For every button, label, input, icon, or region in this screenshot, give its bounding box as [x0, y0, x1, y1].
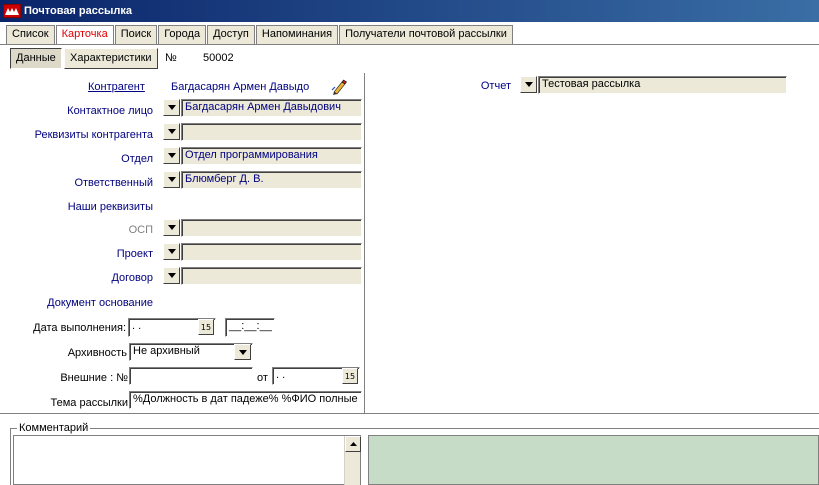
project-field[interactable] [181, 243, 362, 261]
contact-field[interactable]: Багдасарян Армен Давыдович [181, 99, 362, 117]
our-requisites-label: Наши реквизиты [67, 201, 153, 213]
chevron-down-icon [238, 349, 247, 355]
requisites-field[interactable] [181, 123, 362, 141]
contract-label: Договор [111, 272, 153, 284]
exec-date-label: Дата выполнения: [33, 322, 126, 334]
requisites-label: Реквизиты контрагента [34, 129, 153, 141]
tab-strip: Список Карточка Поиск Города Доступ Напо… [6, 25, 514, 45]
external-from-label: от [257, 372, 268, 384]
tab-cities[interactable]: Города [158, 25, 207, 44]
department-field[interactable]: Отдел программирования [181, 147, 362, 165]
tab-list[interactable]: Список [6, 25, 55, 44]
calendar-icon[interactable]: 15 [342, 368, 358, 384]
report-field[interactable]: Тестовая рассылка [538, 76, 787, 94]
responsible-label: Ответственный [74, 177, 153, 189]
title-bar: Почтовая рассылка [0, 0, 819, 22]
chevron-down-icon [167, 177, 176, 182]
chevron-down-icon [167, 225, 176, 230]
subtab-characteristics[interactable]: Характеристики [64, 48, 158, 69]
preview-panel [368, 435, 819, 485]
osp-field[interactable] [181, 219, 362, 237]
tab-access[interactable]: Доступ [207, 25, 255, 44]
exec-time-field[interactable]: __:__:__ [225, 318, 275, 337]
window-title: Почтовая рассылка [24, 5, 132, 17]
comment-scrollbar[interactable] [344, 436, 361, 485]
department-dropdown-button[interactable] [163, 147, 180, 164]
osp-dropdown-button[interactable] [163, 219, 180, 236]
tab-card[interactable]: Карточка [55, 25, 114, 45]
record-number-value: 50002 [203, 52, 234, 64]
chevron-down-icon [524, 82, 533, 87]
topic-label: Тема рассылки [50, 397, 128, 409]
chevron-down-icon [167, 153, 176, 158]
subtab-data[interactable]: Данные [10, 48, 62, 69]
department-label: Отдел [121, 153, 153, 165]
chevron-up-icon [349, 442, 357, 446]
calendar-icon[interactable]: 15 [198, 319, 214, 335]
contract-dropdown-button[interactable] [163, 267, 180, 284]
horizontal-divider [0, 413, 819, 415]
external-number-field[interactable] [129, 367, 253, 385]
project-label: Проект [116, 248, 153, 260]
scroll-up-button[interactable] [345, 436, 361, 452]
chevron-down-icon [167, 249, 176, 254]
responsible-dropdown-button[interactable] [163, 171, 180, 188]
kontragent-value: Багдасарян Армен Давыдо [171, 81, 310, 93]
vertical-divider [364, 73, 366, 413]
tab-search[interactable]: Поиск [114, 25, 158, 44]
app-icon [3, 4, 21, 18]
contact-label: Контактное лицо [67, 105, 153, 117]
contact-dropdown-button[interactable] [163, 99, 180, 116]
contract-field[interactable] [181, 267, 362, 285]
osp-label: ОСП [128, 224, 153, 236]
report-label: Отчет [480, 80, 511, 92]
report-dropdown-button[interactable] [520, 76, 537, 93]
topic-field[interactable]: %Должность в дат падеже% %ФИО полные [129, 391, 362, 409]
responsible-field[interactable]: Блюмберг Д. В. [181, 171, 362, 189]
chevron-down-icon [167, 105, 176, 110]
record-number-label: № [165, 52, 177, 64]
external-number-label: Внешние : № [60, 372, 128, 384]
requisites-dropdown-button[interactable] [163, 123, 180, 140]
tab-divider [0, 44, 819, 45]
archive-label: Архивность [67, 347, 127, 359]
chevron-down-icon [167, 129, 176, 134]
kontragent-label[interactable]: Контрагент [88, 81, 145, 93]
project-dropdown-button[interactable] [163, 243, 180, 260]
pencil-edit-icon[interactable] [330, 78, 348, 96]
tab-recipients[interactable]: Получатели почтовой рассылки [339, 25, 513, 44]
archive-dropdown-button[interactable] [234, 344, 251, 360]
comment-label: Комментарий [17, 422, 91, 434]
base-doc-label: Документ основание [47, 297, 153, 309]
chevron-down-icon [167, 273, 176, 278]
tab-reminders[interactable]: Напоминания [255, 25, 339, 44]
comment-textarea[interactable] [13, 435, 361, 485]
